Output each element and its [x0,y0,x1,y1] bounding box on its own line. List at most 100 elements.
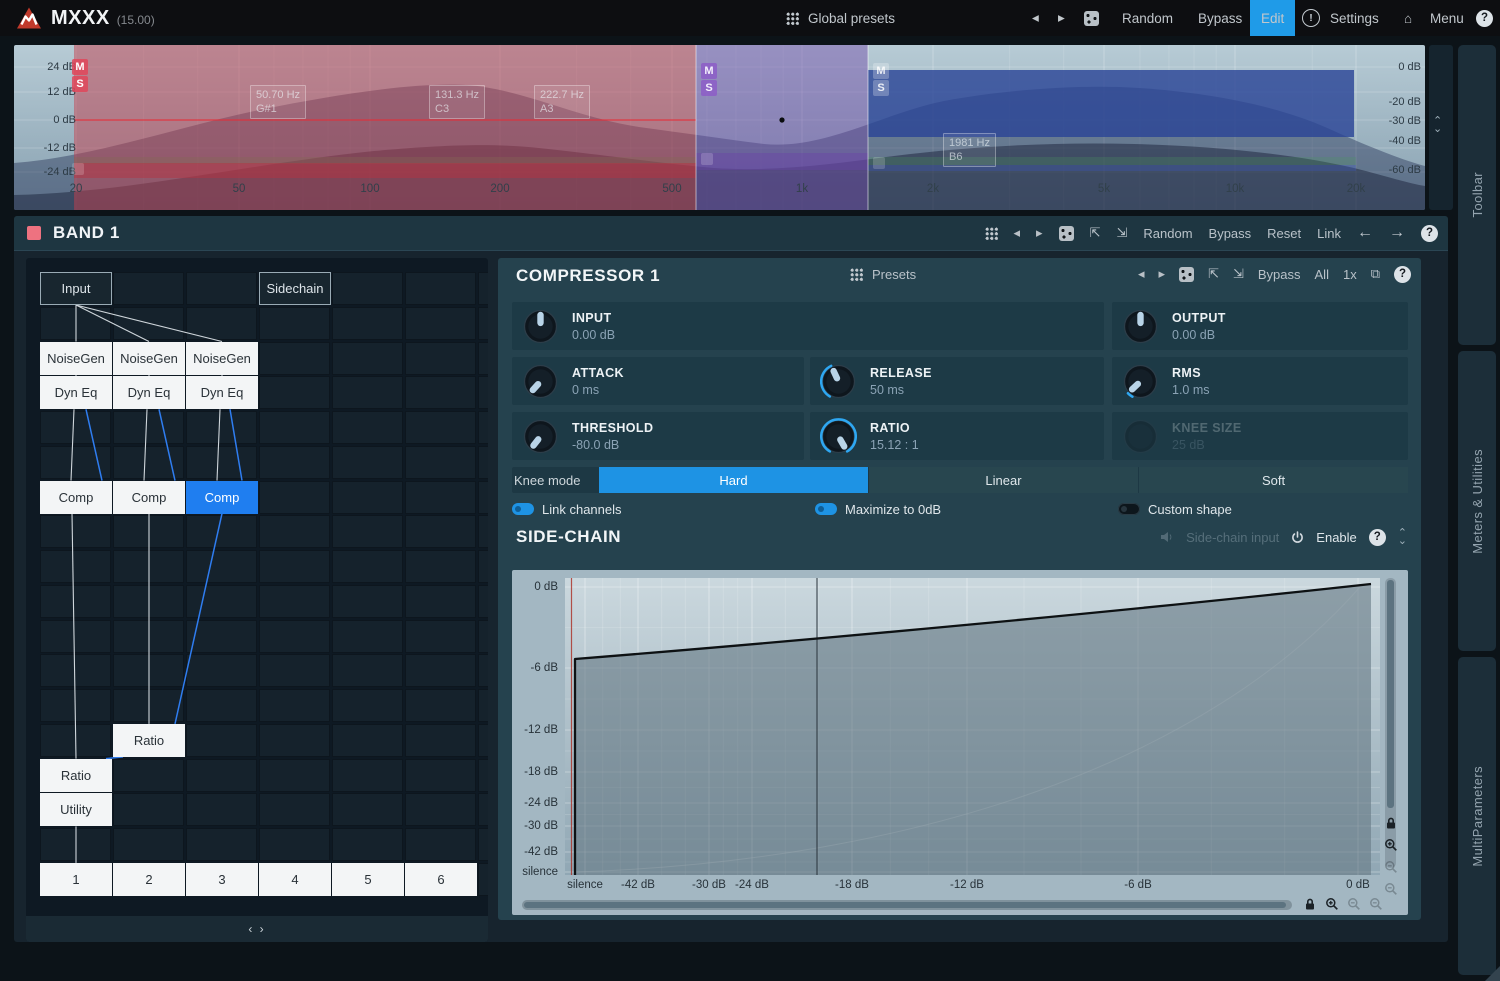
knee-soft-button[interactable]: Soft [1139,467,1408,493]
tab-meters-utilities[interactable]: Meters & Utilities [1458,351,1496,651]
randomize-dice-button[interactable] [1084,0,1099,36]
input-knob[interactable] [522,308,559,345]
band1-mid-badge[interactable]: M [72,59,88,75]
band-marker-3[interactable]: 222.7 Hz A3 [534,85,591,119]
next-preset-icon[interactable]: ▸ [1036,225,1043,241]
threshold-knob[interactable] [522,418,559,455]
knee-hard-button[interactable]: Hard [599,467,868,493]
popout-icon[interactable]: ⧉ [1371,266,1380,282]
band3-mid-badge[interactable]: M [873,63,889,79]
comp-bypass-button[interactable]: Bypass [1258,267,1301,282]
node-ng2[interactable]: NoiseGen [113,341,185,375]
tab-toolbar[interactable]: Toolbar [1458,45,1496,345]
band-bypass-button[interactable]: Bypass [1209,226,1252,241]
eq-zoom-chevrons-icon[interactable]: ⌃ ⌄ [1433,116,1442,135]
eq-zoom-strip[interactable]: ⌃ ⌄ [1429,45,1453,210]
prev-preset-icon[interactable]: ◂ [1138,266,1145,282]
edit-button[interactable]: Edit [1250,0,1296,36]
band1-side-badge[interactable]: S [72,76,88,92]
transfer-curve-plot[interactable] [565,578,1380,875]
rms-knob[interactable] [1122,363,1159,400]
global-presets-button[interactable]: Global presets [786,0,895,36]
help-icon[interactable]: ? [1394,265,1411,283]
paste-icon[interactable]: ⇲ [1116,225,1127,241]
node-comp2[interactable]: Comp [113,480,185,514]
graph-h-scrollbar[interactable] [522,900,1292,910]
transfer-curve-graph[interactable]: 0 dB -6 dB -12 dB -18 dB -24 dB -30 dB -42 dB s… [512,570,1408,915]
home-button[interactable]: ⌂ [1404,0,1412,36]
band2-mid-badge[interactable]: M [701,63,717,79]
output-knob[interactable] [1122,308,1159,345]
dice-icon[interactable] [1179,266,1195,282]
node-ng1[interactable]: NoiseGen [40,341,112,375]
node-comp1[interactable]: Comp [40,480,112,514]
knee-linear-button[interactable]: Linear [869,467,1138,493]
copy-icon[interactable]: ⇱ [1090,225,1101,241]
random-button[interactable]: Random [1122,0,1173,36]
band-color-swatch[interactable] [27,226,41,240]
multiband-spectrum-display[interactable]: 24 dB 12 dB 0 dB -12 dB -24 dB 0 dB -20 dB -30 … [14,45,1425,210]
comp-all-button[interactable]: All [1315,267,1329,282]
power-icon[interactable] [1291,530,1304,544]
sidechain-enable-button[interactable]: Enable [1316,530,1356,545]
attack-knob[interactable] [522,363,559,400]
node-eq2[interactable]: Dyn Eq [113,376,185,410]
h-lock-icon[interactable] [1303,897,1317,911]
paste-icon[interactable]: ⇲ [1233,266,1244,282]
v-zoom-in-icon[interactable] [1384,838,1398,852]
bypass-button[interactable]: Bypass [1198,0,1242,36]
band-marker-1[interactable]: 50.70 Hz G#1 [250,85,307,119]
output-slot-6[interactable]: 6 [405,862,477,896]
undo-icon[interactable]: ← [1357,224,1373,242]
attack-knob-cell[interactable]: ATTACK 0 ms [512,357,804,405]
ratio-knob[interactable] [820,417,857,455]
band-random-button[interactable]: Random [1143,226,1192,241]
resize-corner-handle[interactable] [1485,966,1500,981]
release-knob-cell[interactable]: RELEASE 50 ms [810,357,1104,405]
rms-knob-cell[interactable]: RMS 1.0 ms [1112,357,1408,405]
sidechain-input-button[interactable]: Side-chain input [1186,530,1279,545]
band3-side-badge[interactable]: S [873,80,889,96]
ratio-knob-cell[interactable]: RATIO 15.12 : 1 [810,412,1104,460]
threshold-knob-cell[interactable]: THRESHOLD -80.0 dB [512,412,804,460]
node-eq3[interactable]: Dyn Eq [186,376,258,410]
node-eq1[interactable]: Dyn Eq [40,376,112,410]
output-slot-1[interactable]: 1 [40,862,112,896]
output-slot-3[interactable]: 3 [186,862,258,896]
band3-link-icon[interactable] [873,157,885,169]
band1-link-icon[interactable] [72,163,84,175]
node-comp3[interactable]: Comp [186,480,258,514]
help-icon[interactable]: ? [1421,224,1438,242]
next-preset-icon[interactable]: ▸ [1159,266,1166,282]
presets-grid-icon[interactable] [984,226,998,240]
output-slot-4[interactable]: 4 [259,862,331,896]
preset-next-button[interactable]: ▸ [1058,0,1065,36]
limiter-warning-button[interactable]: ! [1302,0,1320,36]
release-knob[interactable] [820,363,857,400]
menu-button[interactable]: Menu [1430,0,1464,36]
tab-multiparameters[interactable]: MultiParameters [1458,657,1496,975]
compressor-presets-button[interactable]: Presets [850,258,916,290]
band2-link-icon[interactable] [701,153,713,165]
help-button[interactable]: ? [1476,0,1493,36]
copy-icon[interactable]: ⇱ [1208,266,1219,282]
v-lock-icon[interactable] [1384,816,1398,830]
band-marker-2[interactable]: 131.3 Hz C3 [429,85,486,119]
help-icon[interactable]: ? [1368,528,1386,546]
node-utility[interactable]: Utility [40,793,112,827]
node-ratio2[interactable]: Ratio [113,723,185,757]
comp-scale-button[interactable]: 1x [1343,267,1357,282]
maximize-to-0db-toggle[interactable]: Maximize to 0dB [815,501,941,517]
output-slot-2[interactable]: 2 [113,862,185,896]
link-channels-toggle[interactable]: Link channels [512,501,622,517]
redo-icon[interactable]: → [1389,224,1405,242]
output-slot-5[interactable]: 5 [332,862,404,896]
node-input[interactable]: Input [40,272,112,305]
collapse-chevrons-icon[interactable]: ⌃ ⌄ [1398,528,1407,547]
v-zoom-out-icon[interactable] [1384,860,1398,874]
h-zoom-reset-icon[interactable] [1369,897,1383,911]
v-zoom-reset-icon[interactable] [1384,882,1398,896]
h-zoom-in-icon[interactable] [1325,897,1339,911]
module-matrix[interactable]: Input Sidechain NoiseGen NoiseGen NoiseGen Dy… [26,258,488,942]
band-marker-4[interactable]: 1981 Hz B6 [943,133,996,167]
